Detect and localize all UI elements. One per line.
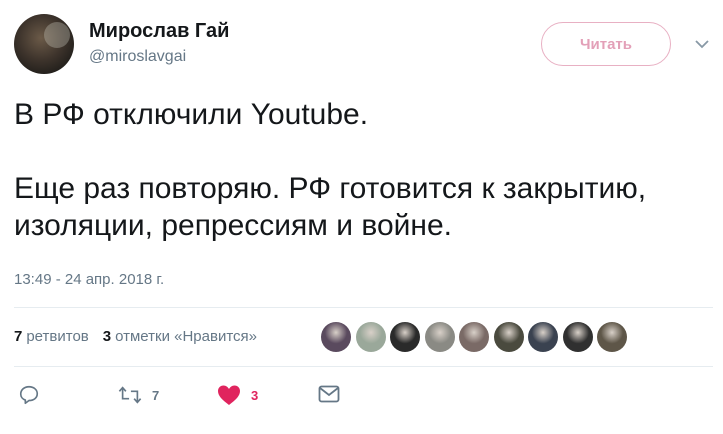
likers-avatars [321, 322, 632, 352]
chevron-down-icon[interactable] [694, 36, 710, 52]
reply-button[interactable] [18, 384, 40, 406]
retweet-button[interactable]: 7 [118, 384, 159, 406]
retweets-stat[interactable]: 7 ретвитов [14, 328, 89, 345]
tweet-actions: 7 3 [0, 384, 723, 408]
author-avatar[interactable] [14, 14, 74, 74]
tweet-text: В РФ отключили Youtube. Еще раз повторяю… [14, 98, 647, 242]
divider [14, 366, 713, 367]
liker-avatar-9[interactable] [597, 322, 627, 352]
likes-label: отметки «Нравится» [115, 328, 258, 345]
retweets-label: ретвитов [26, 328, 89, 345]
liker-avatar-8[interactable] [562, 322, 593, 352]
engagement-stats: 7 ретвитов 3 отметки «Нравится» [14, 328, 257, 345]
author-handle[interactable]: @miroslavgai [89, 48, 186, 66]
liker-avatar-7[interactable] [528, 322, 558, 352]
liker-avatar-6[interactable] [493, 322, 524, 352]
divider [14, 307, 713, 308]
follow-button[interactable]: Читать [541, 22, 671, 66]
liker-avatar-2[interactable] [355, 322, 386, 352]
envelope-icon [318, 385, 340, 403]
heart-icon [218, 385, 240, 405]
author-name[interactable]: Мирослав Гай [89, 20, 229, 43]
liker-avatar-4[interactable] [424, 322, 455, 352]
like-button[interactable]: 3 [217, 384, 258, 406]
likes-stat[interactable]: 3 отметки «Нравится» [103, 328, 257, 345]
liker-avatar-5[interactable] [459, 322, 489, 352]
liker-avatar-1[interactable] [321, 322, 351, 352]
likes-count: 3 [102, 328, 112, 345]
liker-avatar-3[interactable] [390, 322, 420, 352]
like-count: 3 [251, 387, 259, 403]
direct-message-button[interactable] [318, 384, 340, 404]
tweet-timestamp[interactable]: 13:49 - 24 апр. 2018 г. [14, 271, 164, 288]
reply-icon [19, 385, 39, 405]
retweet-count: 7 [152, 387, 160, 403]
retweet-icon [118, 386, 142, 404]
retweets-count: 7 [14, 328, 23, 345]
